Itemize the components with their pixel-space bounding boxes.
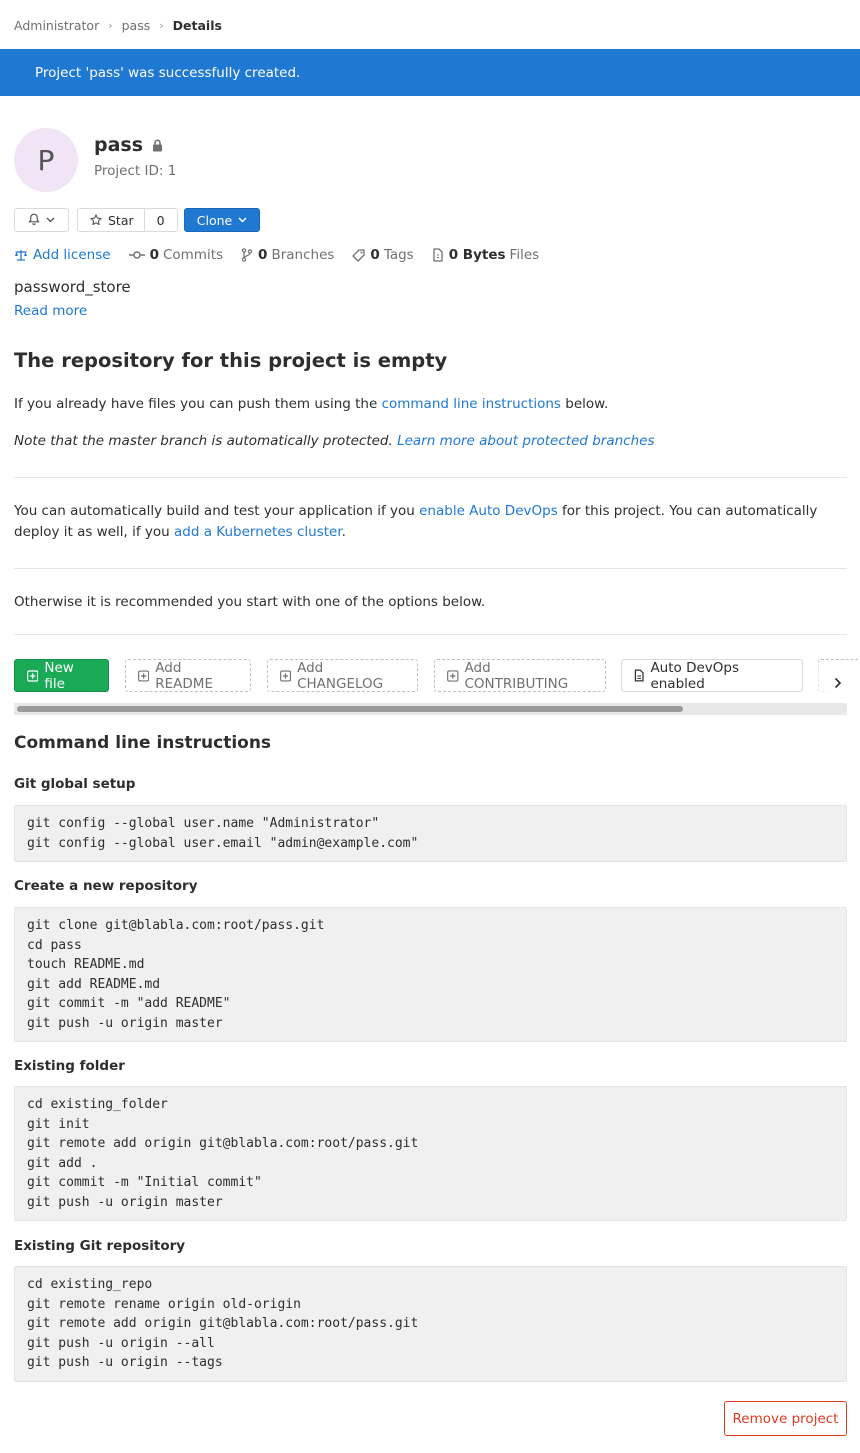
chevron-right-icon: ›: [108, 18, 113, 32]
enable-auto-devops-link[interactable]: enable Auto DevOps: [419, 503, 558, 519]
new-file-button[interactable]: New file: [14, 659, 109, 692]
add-changelog-button[interactable]: Add CHANGELOG: [267, 659, 418, 692]
project-id: Project ID: 1: [94, 163, 177, 179]
star-label: Star: [108, 212, 134, 228]
project-description: password_store: [14, 278, 131, 296]
code-block-new-repo: git clone git@blabla.com:root/pass.git c…: [14, 907, 847, 1042]
project-name: pass: [94, 134, 144, 156]
protected-branch-note: Note that the master branch is automatic…: [14, 433, 655, 449]
clone-label: Clone: [196, 212, 233, 228]
breadcrumb-item-pass[interactable]: pass: [122, 18, 151, 33]
lock-icon: [152, 139, 163, 152]
breadcrumb-item-administrator[interactable]: Administrator: [14, 18, 99, 33]
breadcrumb: Administrator › pass › Details: [14, 16, 222, 34]
plus-square-icon: [280, 670, 292, 681]
add-readme-button[interactable]: Add README: [125, 659, 251, 692]
chevron-down-icon: [46, 217, 55, 223]
star-button[interactable]: Star: [78, 209, 145, 231]
branch-icon: [241, 248, 253, 262]
options-text: Otherwise it is recommended you start wi…: [14, 594, 486, 610]
flash-message: Project 'pass' was successfully created.: [35, 64, 301, 81]
star-icon: [90, 214, 102, 226]
chevron-right-icon: ›: [159, 18, 164, 32]
commits-link[interactable]: 0 Commits: [128, 247, 223, 263]
add-kubernetes-cluster-link[interactable]: add a Kubernetes cluster: [174, 524, 342, 540]
read-more-link[interactable]: Read more: [14, 303, 87, 319]
clone-dropdown-button[interactable]: Clone: [184, 208, 260, 232]
code-block-existing-folder: cd existing_folder git init git remote a…: [14, 1086, 847, 1221]
bell-icon: [28, 213, 40, 228]
add-license-link[interactable]: Add license: [14, 247, 111, 263]
divider: [14, 634, 847, 635]
tags-link[interactable]: 0 Tags: [352, 247, 414, 263]
code-block-existing-repo: cd existing_repo git remote rename origi…: [14, 1266, 847, 1382]
file-icon: [433, 248, 443, 262]
chevron-right-icon: [834, 677, 842, 689]
empty-repo-heading: The repository for this project is empty: [14, 349, 448, 372]
star-button-group: Star 0: [77, 208, 178, 232]
flash-notice: Project 'pass' was successfully created.: [0, 49, 860, 96]
chevron-down-icon: [238, 217, 247, 223]
section-title: Create a new repository: [14, 878, 198, 894]
breadcrumb-item-details[interactable]: Details: [173, 18, 222, 33]
cli-heading: Command line instructions: [14, 733, 272, 753]
section-title: Existing folder: [14, 1058, 125, 1074]
branches-link[interactable]: 0 Branches: [241, 247, 334, 263]
code-block-global-setup: git config --global user.name "Administr…: [14, 805, 847, 862]
command-line-instructions-link[interactable]: command line instructions: [382, 396, 561, 412]
notification-dropdown-button[interactable]: [14, 208, 69, 232]
file-icon: [634, 669, 644, 682]
divider: [14, 477, 847, 478]
scrollbar-thumb[interactable]: [17, 706, 683, 712]
project-avatar: P: [14, 128, 78, 192]
protected-branches-link[interactable]: Learn more about protected branches: [397, 433, 654, 449]
scale-icon: [15, 250, 27, 261]
tag-icon: [352, 248, 366, 262]
plus-square-icon: [138, 669, 150, 682]
project-title: pass: [94, 134, 163, 156]
star-count[interactable]: 0: [145, 209, 177, 231]
auto-devops-enabled-button[interactable]: Auto DevOps enabled: [621, 659, 803, 692]
add-contributing-button[interactable]: Add CONTRIBUTING: [434, 659, 606, 692]
plus-square-icon: [447, 669, 459, 682]
section-title: Git global setup: [14, 776, 136, 792]
remove-project-button[interactable]: Remove project: [724, 1401, 847, 1436]
divider: [14, 568, 847, 569]
push-instructions-text: If you already have files you can push t…: [14, 396, 609, 412]
auto-devops-text: You can automatically build and test you…: [14, 503, 818, 540]
files-link[interactable]: 0 Bytes Files: [432, 247, 539, 263]
section-title: Existing Git repository: [14, 1238, 186, 1254]
scroll-right-button[interactable]: [818, 665, 858, 701]
horizontal-scrollbar[interactable]: [14, 703, 847, 715]
plus-square-icon: [27, 669, 39, 682]
commit-icon: [128, 251, 145, 259]
project-stats: Add license 0 Commits 0 Branches 0 Tags 0 B…: [14, 246, 557, 264]
